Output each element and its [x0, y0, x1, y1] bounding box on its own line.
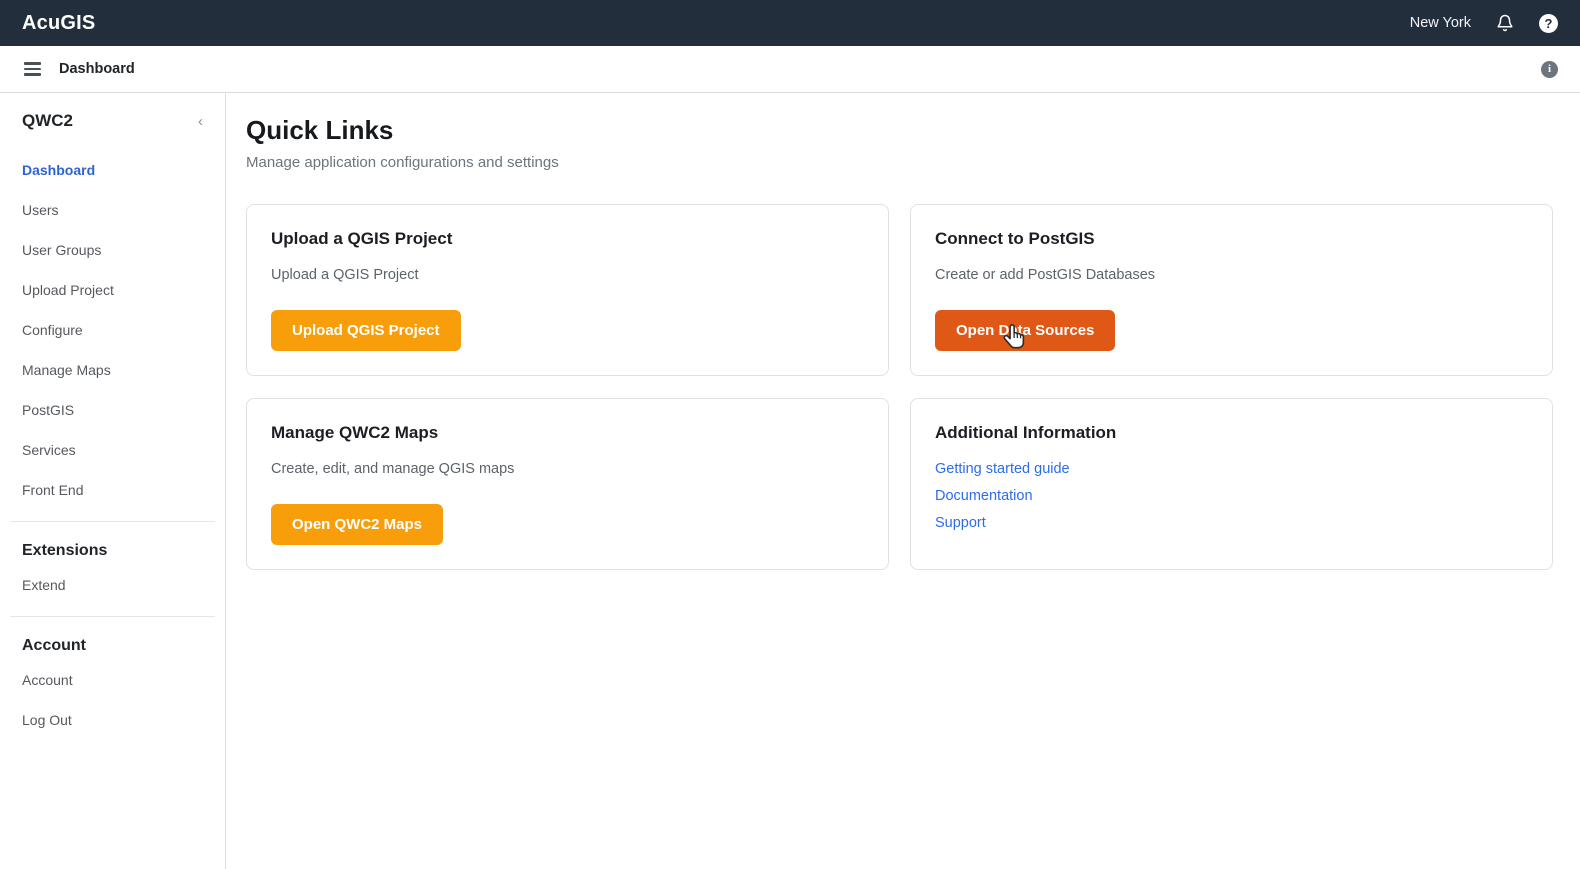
sidebar-item-users[interactable]: Users [0, 201, 225, 219]
sidebar-item-dashboard[interactable]: Dashboard [0, 161, 225, 179]
upload-qgis-project-button[interactable]: Upload QGIS Project [271, 310, 461, 351]
notifications-button[interactable] [1495, 13, 1515, 33]
sidebar-item-configure[interactable]: Configure [0, 321, 225, 339]
bell-icon [1496, 14, 1514, 32]
sidebar: QWC2 ‹ Dashboard Users User Groups Uploa… [0, 93, 226, 869]
main-content: Quick Links Manage application configura… [226, 93, 1580, 869]
sidebar-divider [10, 521, 215, 522]
open-data-sources-button[interactable]: Open Data Sources [935, 310, 1115, 351]
sidebar-item-log-out[interactable]: Log Out [0, 711, 225, 729]
hamburger-menu-icon[interactable] [24, 62, 41, 76]
card-description: Create, edit, and manage QGIS maps [271, 461, 864, 477]
info-button[interactable]: i [1541, 61, 1558, 78]
card-title: Upload a QGIS Project [271, 229, 864, 249]
quick-links-grid: Upload a QGIS Project Upload a QGIS Proj… [246, 204, 1553, 570]
card-title: Additional Information [935, 423, 1528, 443]
sidebar-header: QWC2 ‹ [0, 111, 225, 131]
documentation-link[interactable]: Documentation [935, 488, 1033, 504]
sidebar-item-extend[interactable]: Extend [0, 576, 225, 594]
card-connect-to-postgis: Connect to PostGIS Create or add PostGIS… [910, 204, 1553, 376]
sidebar-section-account: Account [0, 637, 225, 655]
breadcrumb-bar: Dashboard i [0, 46, 1580, 93]
breadcrumb: Dashboard [59, 61, 135, 77]
support-link[interactable]: Support [935, 515, 986, 531]
card-upload-qgis-project: Upload a QGIS Project Upload a QGIS Proj… [246, 204, 889, 376]
sidebar-item-front-end[interactable]: Front End [0, 481, 225, 499]
sidebar-item-user-groups[interactable]: User Groups [0, 241, 225, 259]
location-label: New York [1410, 15, 1471, 31]
page-subtitle: Manage application configurations and se… [246, 154, 1553, 171]
sidebar-item-services[interactable]: Services [0, 441, 225, 459]
sidebar-item-postgis[interactable]: PostGIS [0, 401, 225, 419]
brand-logo: AcuGIS [22, 12, 95, 35]
info-circle-icon: i [1548, 63, 1551, 75]
card-description: Create or add PostGIS Databases [935, 267, 1528, 283]
topbar: AcuGIS New York ? [0, 0, 1580, 46]
getting-started-guide-link[interactable]: Getting started guide [935, 461, 1070, 477]
sidebar-item-upload-project[interactable]: Upload Project [0, 281, 225, 299]
page-title: Quick Links [246, 115, 1553, 146]
card-title: Manage QWC2 Maps [271, 423, 864, 443]
help-button[interactable]: ? [1539, 14, 1558, 33]
chevron-left-icon[interactable]: ‹ [198, 114, 203, 129]
card-title: Connect to PostGIS [935, 229, 1528, 249]
sidebar-item-account[interactable]: Account [0, 671, 225, 689]
sidebar-item-manage-maps[interactable]: Manage Maps [0, 361, 225, 379]
topbar-right-cluster: New York ? [1410, 13, 1558, 33]
sidebar-section-extensions: Extensions [0, 542, 225, 560]
card-manage-qwc2-maps: Manage QWC2 Maps Create, edit, and manag… [246, 398, 889, 570]
sidebar-divider [10, 616, 215, 617]
card-description: Upload a QGIS Project [271, 267, 864, 283]
sidebar-title: QWC2 [22, 111, 73, 131]
card-additional-information: Additional Information Getting started g… [910, 398, 1553, 570]
open-qwc2-maps-button[interactable]: Open QWC2 Maps [271, 504, 443, 545]
question-circle-icon: ? [1545, 16, 1553, 31]
